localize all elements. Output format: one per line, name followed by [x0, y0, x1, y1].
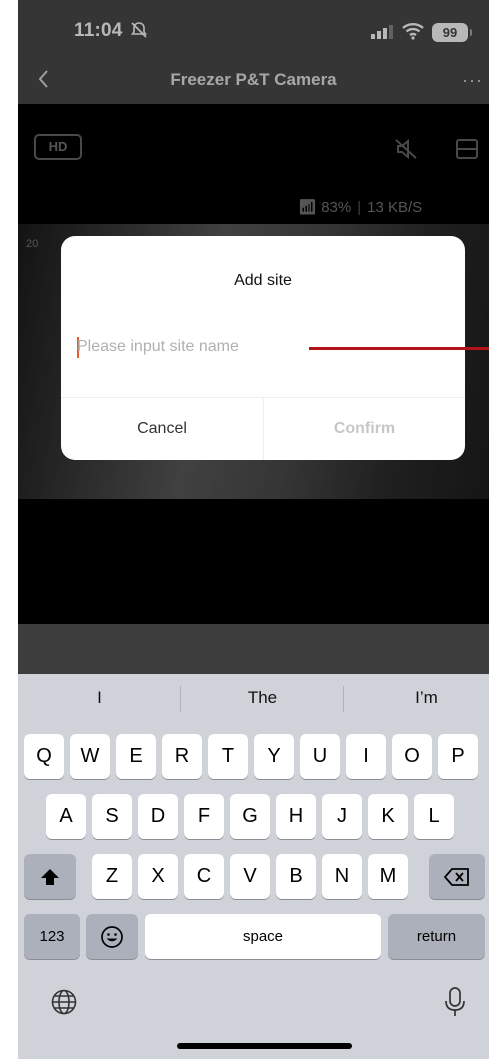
key-c[interactable]: C — [184, 854, 224, 899]
key-h[interactable]: H — [276, 794, 316, 839]
key-q[interactable]: Q — [24, 734, 64, 779]
suggestion-bar: I The I’m — [18, 674, 489, 722]
key-r[interactable]: R — [162, 734, 202, 779]
annotation-red-line — [309, 347, 489, 350]
numbers-key[interactable]: 123 — [24, 914, 80, 959]
site-name-input[interactable] — [77, 334, 317, 360]
home-indicator — [177, 1043, 352, 1049]
suggestion-divider — [343, 686, 344, 712]
key-i[interactable]: I — [346, 734, 386, 779]
key-b[interactable]: B — [276, 854, 316, 899]
backspace-key[interactable] — [429, 854, 485, 899]
suggestion-divider — [180, 686, 181, 712]
key-j[interactable]: J — [322, 794, 362, 839]
cancel-button[interactable]: Cancel — [61, 398, 263, 460]
shift-arrow-icon — [41, 868, 59, 885]
ios-keyboard: I The I’m Q W E R T Y U I O P A S D F G … — [18, 674, 489, 1059]
emoji-icon — [101, 925, 123, 948]
key-e[interactable]: E — [116, 734, 156, 779]
key-n[interactable]: N — [322, 854, 362, 899]
key-u[interactable]: U — [300, 734, 340, 779]
key-x[interactable]: X — [138, 854, 178, 899]
emoji-key[interactable] — [86, 914, 138, 959]
suggestion-2[interactable]: The — [184, 688, 341, 708]
space-key[interactable]: space — [145, 914, 381, 959]
key-p[interactable]: P — [438, 734, 478, 779]
suggestion-1[interactable]: I — [21, 688, 178, 708]
key-s[interactable]: S — [92, 794, 132, 839]
key-l[interactable]: L — [414, 794, 454, 839]
key-a[interactable]: A — [46, 794, 86, 839]
key-m[interactable]: M — [368, 854, 408, 899]
dialog-title: Add site — [234, 272, 292, 289]
backspace-icon — [443, 867, 469, 886]
key-t[interactable]: T — [208, 734, 248, 779]
key-z[interactable]: Z — [92, 854, 132, 899]
key-d[interactable]: D — [138, 794, 178, 839]
phone-screen: 11:04 99 Freezer P&T Camera ··· HD 📶︎ 83… — [18, 0, 489, 1059]
key-k[interactable]: K — [368, 794, 408, 839]
globe-icon[interactable] — [50, 988, 78, 1016]
key-v[interactable]: V — [230, 854, 270, 899]
return-key[interactable]: return — [388, 914, 485, 959]
key-f[interactable]: F — [184, 794, 224, 839]
confirm-button[interactable]: Confirm — [264, 398, 465, 460]
key-w[interactable]: W — [70, 734, 110, 779]
key-g[interactable]: G — [230, 794, 270, 839]
microphone-icon[interactable] — [444, 986, 466, 1018]
key-y[interactable]: Y — [254, 734, 294, 779]
key-o[interactable]: O — [392, 734, 432, 779]
shift-key[interactable] — [24, 854, 76, 899]
suggestion-3[interactable]: I’m — [348, 688, 489, 708]
